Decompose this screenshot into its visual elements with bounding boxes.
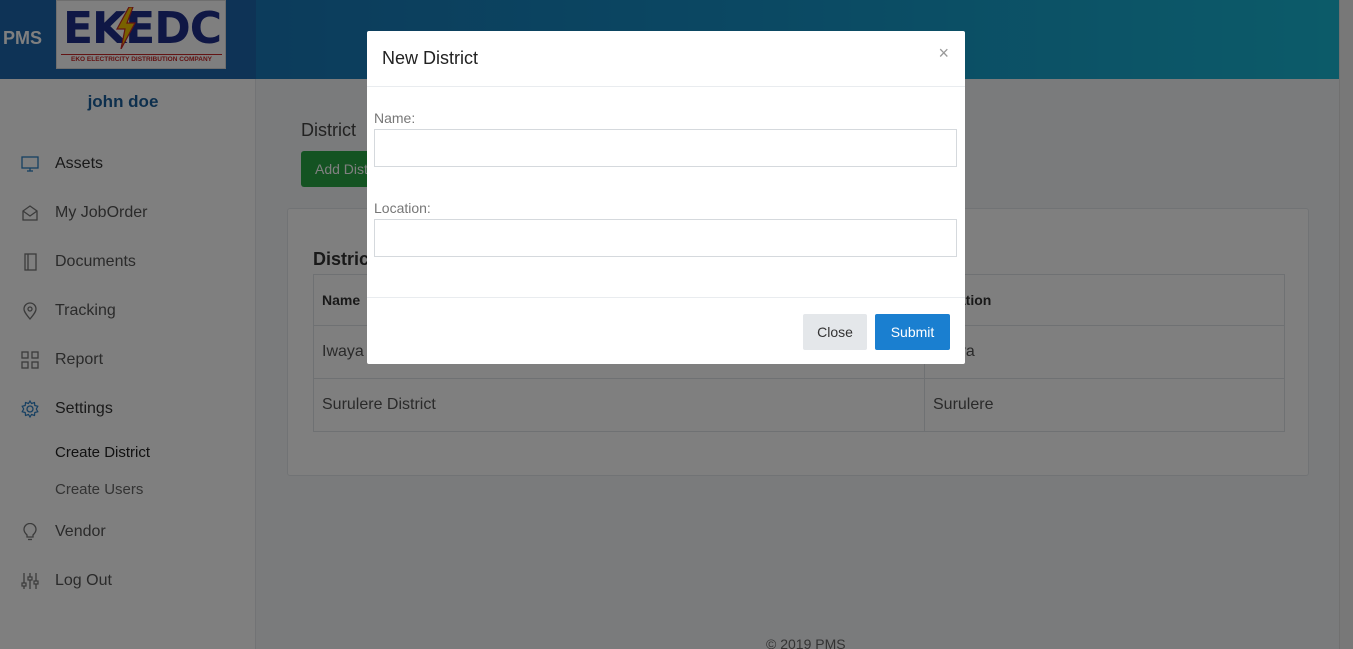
- location-input[interactable]: [374, 219, 957, 257]
- close-button[interactable]: Close: [803, 314, 867, 350]
- submit-button[interactable]: Submit: [875, 314, 950, 350]
- close-icon[interactable]: ×: [938, 43, 949, 63]
- name-input[interactable]: [374, 129, 957, 167]
- new-district-modal: New District × Name: Location: Close Sub…: [367, 31, 965, 364]
- modal-title: New District: [382, 48, 479, 68]
- name-label: Name:: [374, 110, 416, 126]
- location-label: Location:: [374, 200, 431, 216]
- modal-header: New District ×: [367, 31, 965, 87]
- modal-footer: Close Submit: [367, 297, 965, 364]
